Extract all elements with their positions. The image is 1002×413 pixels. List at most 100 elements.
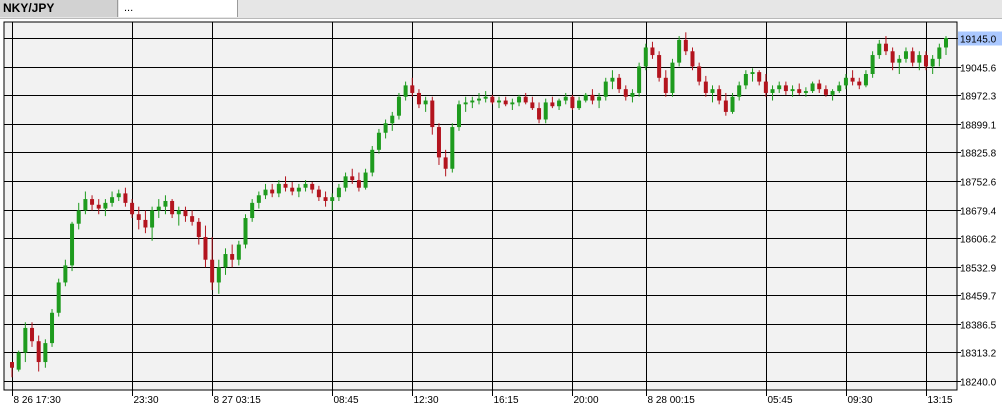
candle-body	[43, 343, 48, 363]
candle-body	[490, 96, 495, 103]
candle-body	[10, 362, 14, 368]
x-tick-label: 08:45	[334, 395, 359, 406]
candle-body	[850, 77, 855, 82]
candle-body	[543, 102, 548, 120]
candle-body	[103, 202, 108, 209]
candle-body	[570, 96, 575, 109]
candle-body	[523, 96, 528, 103]
candle-body	[830, 91, 835, 95]
candle-body	[757, 72, 762, 82]
candle-body	[637, 66, 642, 93]
y-tick-label: 18825.8	[960, 149, 997, 160]
candle-body	[763, 81, 768, 93]
y-tick-label: 18972.3	[960, 92, 997, 103]
candle-body	[196, 221, 201, 237]
candle-body	[563, 96, 568, 101]
candle-body	[803, 91, 808, 93]
candle-body	[890, 51, 895, 63]
candle-body	[376, 132, 381, 150]
plot-area	[4, 22, 957, 390]
candle-body	[550, 102, 555, 107]
candle-body	[210, 259, 215, 283]
candle-body	[370, 149, 375, 173]
candle-body	[877, 43, 882, 56]
tab-symbol[interactable]: NKY/JPY	[0, 0, 118, 17]
candle-body	[870, 55, 875, 75]
candle-body	[456, 104, 461, 128]
candle-body	[63, 265, 68, 283]
candle-body	[657, 55, 662, 78]
candle-body	[163, 200, 168, 207]
candle-body	[917, 55, 922, 63]
candle-body	[723, 100, 728, 112]
candle-body	[256, 195, 261, 203]
candle-body	[250, 202, 255, 219]
candle-body	[76, 210, 81, 224]
candle-body	[16, 352, 21, 370]
candle-body	[230, 254, 235, 260]
tab-more[interactable]: ...	[119, 0, 238, 17]
candle-body	[136, 214, 141, 220]
candle-body	[56, 282, 61, 313]
candle-body	[110, 197, 115, 203]
candle-body	[436, 127, 441, 158]
candle-body	[170, 200, 175, 215]
candle-body	[23, 327, 28, 353]
candle-body	[710, 89, 715, 93]
candle-body	[837, 85, 842, 92]
candle-body	[937, 47, 942, 59]
candle-body	[617, 77, 622, 90]
candle-body	[50, 312, 55, 344]
candle-body	[903, 51, 908, 59]
candle-body	[530, 102, 535, 109]
candle-body	[96, 204, 101, 209]
candle-body	[910, 51, 915, 63]
candle-body	[143, 219, 148, 228]
candle-body	[463, 102, 468, 105]
y-tick-label: 18606.2	[960, 235, 997, 246]
candle-body	[690, 51, 695, 67]
candle-body	[510, 102, 515, 105]
x-tick-label: 16:15	[494, 395, 519, 406]
candle-body	[90, 199, 95, 205]
x-axis: 8 26 17:30 23:30 8 27 03:15 08:45 12:30 16:15…	[14, 395, 953, 406]
candle-body	[423, 100, 428, 105]
candle-body	[597, 96, 602, 101]
candle-body	[203, 236, 208, 260]
candle-body	[430, 100, 435, 128]
candle-body	[30, 327, 35, 342]
candle-body	[83, 199, 88, 211]
candle-body	[663, 77, 668, 93]
candle-body	[363, 172, 368, 188]
x-tick-label: 12:30	[414, 395, 439, 406]
candle-body	[450, 127, 455, 169]
y-tick-label: 19045.6	[960, 64, 997, 75]
candle-body	[216, 267, 221, 283]
candle-body	[737, 85, 742, 97]
x-tick-label: 05:45	[768, 395, 793, 406]
candle-body	[283, 183, 288, 188]
x-tick-label: 8 27 03:15	[214, 395, 262, 406]
candle-body	[150, 210, 155, 228]
candle-body	[797, 89, 802, 93]
candle-body	[390, 115, 395, 124]
candle-body	[677, 39, 682, 63]
tab-bar: NKY/JPY ...	[0, 0, 1002, 19]
candle-body	[483, 96, 488, 99]
candle-body	[697, 66, 702, 82]
candlestick-chart[interactable]: 19145.0 19045.6 18972.3 18899.1 18825.8 18752…	[0, 18, 1002, 413]
candle-body	[944, 38, 948, 48]
candle-body	[603, 81, 608, 97]
candle-body	[643, 47, 648, 67]
candle-body	[263, 189, 268, 196]
x-tick-label: 20:00	[574, 395, 599, 406]
candle-body	[290, 187, 295, 192]
candle-body	[750, 72, 755, 75]
candle-body	[577, 100, 582, 109]
candle-body	[310, 183, 315, 190]
candle-body	[783, 85, 788, 92]
candle-body	[156, 206, 161, 211]
candle-body	[817, 83, 822, 90]
candle-body	[630, 92, 635, 97]
candle-body	[610, 77, 615, 82]
